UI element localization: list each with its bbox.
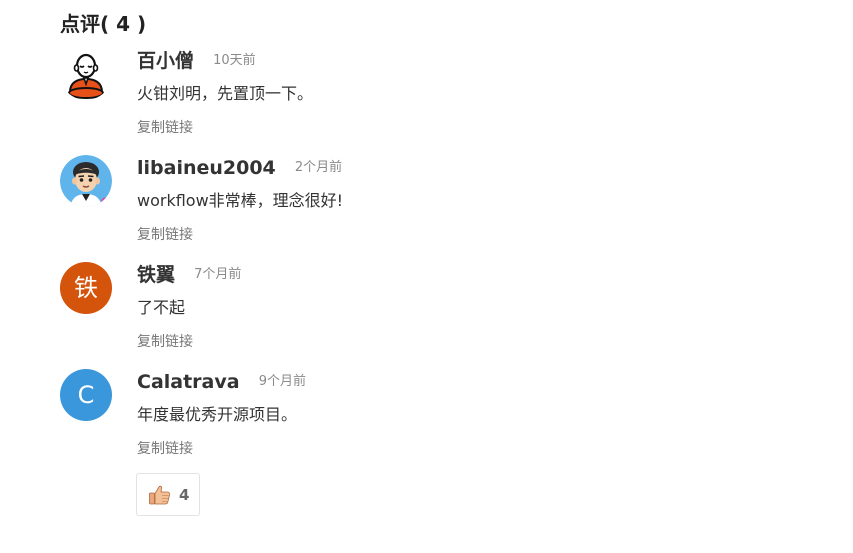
comment-time: 7个月前 xyxy=(194,267,242,282)
cartoon-face-icon xyxy=(60,155,112,207)
section-title-label: 点评 xyxy=(60,12,100,36)
author-name[interactable]: 百小僧 xyxy=(137,48,194,74)
comment-time: 2个月前 xyxy=(294,160,343,175)
like-button[interactable]: 4 xyxy=(136,473,200,516)
like-count: 4 xyxy=(179,486,190,504)
author-name[interactable]: Calatrava xyxy=(137,369,240,395)
comment-content: 火钳刘明，先置顶一下。 xyxy=(137,84,314,103)
copy-link-button[interactable]: 复制链接 xyxy=(137,225,193,245)
comment-count: ( 4 ) xyxy=(100,12,147,36)
comment-item: 铁 铁翼 7个月前 了不起 复制链接 xyxy=(60,262,820,362)
comment-meta: 百小僧 10天前 xyxy=(137,48,256,74)
comment-content: workflow非常棒，理念很好! xyxy=(137,191,344,210)
comments-page: 点评( 4 ) 百小僧 10天前 火钳刘明，先置顶一下。 复制链接 libain… xyxy=(0,0,853,553)
monk-icon xyxy=(60,48,112,100)
avatar[interactable] xyxy=(60,48,112,100)
comment-meta: libaineu2004 2个月前 xyxy=(137,155,342,181)
comment-meta: 铁翼 7个月前 xyxy=(137,262,241,288)
comment-meta: Calatrava 9个月前 xyxy=(137,369,306,395)
copy-link-button[interactable]: 复制链接 xyxy=(137,439,193,459)
author-name[interactable]: 铁翼 xyxy=(137,262,175,288)
comment-content: 年度最优秀开源项目。 xyxy=(137,405,298,424)
section-title: 点评( 4 ) xyxy=(60,10,146,38)
copy-link-button[interactable]: 复制链接 xyxy=(137,118,193,138)
avatar[interactable]: 铁 xyxy=(60,262,112,314)
comment-item: C Calatrava 9个月前 年度最优秀开源项目。 复制链接 xyxy=(60,369,820,469)
avatar[interactable]: C xyxy=(60,369,112,421)
comment-time: 9个月前 xyxy=(258,374,306,389)
comment-item: libaineu2004 2个月前 workflow非常棒，理念很好! 复制链接 xyxy=(60,155,820,255)
comment-content: 了不起 xyxy=(137,298,186,317)
comment-time: 10天前 xyxy=(213,53,256,68)
copy-link-button[interactable]: 复制链接 xyxy=(137,332,193,352)
comment-item: 百小僧 10天前 火钳刘明，先置顶一下。 复制链接 xyxy=(60,48,820,148)
author-name[interactable]: libaineu2004 xyxy=(137,155,276,181)
avatar[interactable] xyxy=(60,155,112,207)
thumbs-up-icon xyxy=(149,485,171,505)
